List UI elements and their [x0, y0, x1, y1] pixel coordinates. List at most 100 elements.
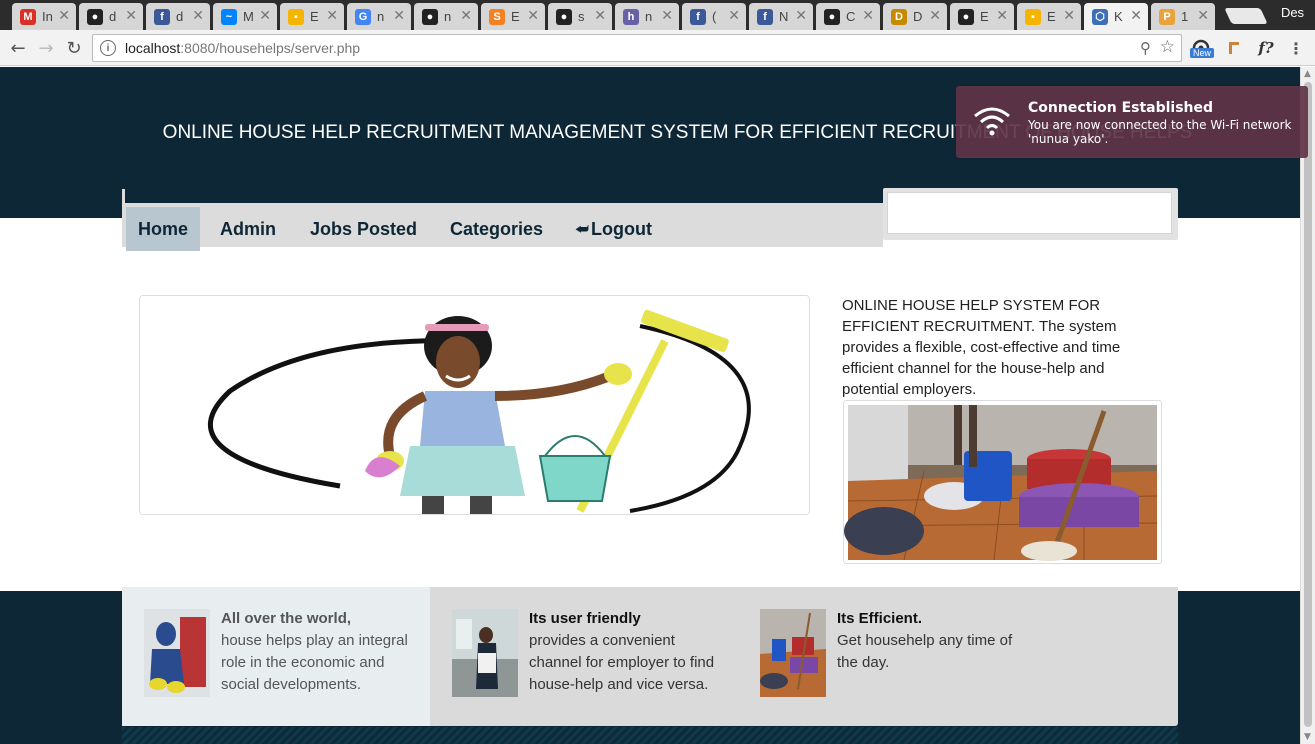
nav-logout-label: Logout — [590, 218, 652, 239]
scroll-down-arrow-icon[interactable]: ▼ — [1304, 732, 1311, 742]
forward-arrow-icon[interactable]: → — [34, 36, 58, 60]
browser-tab-title: In — [42, 9, 52, 24]
browser-tab[interactable]: ● C ✕ — [816, 3, 880, 30]
browser-tab-title: E — [310, 9, 319, 24]
nav-categories[interactable]: Categories — [438, 207, 555, 251]
feature-title-efficient: Its Efficient. — [837, 610, 923, 627]
tab-close-icon[interactable]: ✕ — [594, 8, 606, 24]
heroku-icon: h — [623, 8, 639, 25]
browser-tab-title: K — [1114, 9, 1123, 24]
notification-title: Connection Established — [1028, 100, 1214, 116]
tab-close-icon[interactable]: ✕ — [460, 8, 472, 24]
browser-tab[interactable]: h n ✕ — [615, 3, 679, 30]
nav-admin[interactable]: Admin — [208, 207, 288, 251]
search-input[interactable] — [887, 192, 1172, 234]
url-path: :8080/househelps/server.php — [180, 40, 361, 56]
tab-close-icon[interactable]: ✕ — [125, 8, 137, 24]
feature-body-worldwide: house helps play an integral role in the… — [221, 632, 408, 693]
feature-text-user-friendly: Its user friendly provides a convenient … — [529, 608, 729, 696]
browser-tab[interactable]: ● E ✕ — [950, 3, 1014, 30]
nav-jobs-posted[interactable]: Jobs Posted — [298, 207, 429, 251]
browser-tab-title: d — [109, 9, 117, 24]
feature-title-worldwide: All over the world, — [221, 610, 352, 627]
browser-menu-icon[interactable]: ⋮ — [1288, 38, 1304, 58]
features-section: All over the world, house helps play an … — [122, 587, 1178, 726]
dev-icon: D — [891, 8, 907, 25]
tab-close-icon[interactable]: ✕ — [326, 8, 338, 24]
search-container — [883, 188, 1178, 240]
browser-tab[interactable]: ▪ E ✕ — [280, 3, 344, 30]
browser-tab[interactable]: ● s ✕ — [548, 3, 612, 30]
github-icon: ● — [87, 8, 103, 25]
tab-close-icon[interactable]: ✕ — [996, 8, 1008, 24]
google-icon: G — [355, 8, 371, 25]
house-help-illustration — [139, 295, 810, 515]
feature-thumb-laundry — [760, 609, 826, 697]
tab-close-icon[interactable]: ✕ — [58, 8, 70, 24]
browser-tab[interactable]: M In ✕ — [12, 3, 76, 30]
back-arrow-icon[interactable]: ← — [6, 36, 30, 60]
nav-logout[interactable]: ⮨ Logout — [563, 207, 664, 251]
bookmark-star-icon[interactable]: ☆ — [1160, 37, 1175, 57]
stackoverflow-icon: S — [489, 8, 505, 25]
browser-user-button[interactable]: Des — [1270, 0, 1315, 24]
browser-tab-title: 1 — [1181, 9, 1189, 24]
browser-tab[interactable]: ▪ E ✕ — [1017, 3, 1081, 30]
extension-new-badge: New — [1190, 48, 1215, 58]
main-navigation: Home Admin Jobs Posted Categories ⮨ Logou… — [122, 189, 883, 251]
notification-body: You are now connected to the Wi-Fi netwo… — [1028, 118, 1292, 146]
slides-icon: ▪ — [288, 8, 304, 25]
browser-tab-title: E — [980, 9, 989, 24]
wifi-icon — [974, 107, 1010, 136]
browser-tab[interactable]: ⬡ K ✕ — [1084, 3, 1148, 30]
github-icon: ● — [422, 8, 438, 25]
reload-icon[interactable]: ↻ — [62, 36, 86, 60]
scroll-up-arrow-icon[interactable]: ▲ — [1304, 69, 1311, 79]
tab-close-icon[interactable]: ✕ — [393, 8, 405, 24]
github-icon: ● — [824, 8, 840, 25]
scrollbar-thumb[interactable] — [1304, 82, 1312, 727]
page-scrollbar[interactable]: ▲ ▼ — [1300, 67, 1315, 744]
slides-icon: ▪ — [1025, 8, 1041, 25]
new-tab-button[interactable] — [1224, 8, 1268, 24]
messenger-icon: ~ — [221, 8, 237, 25]
tab-close-icon[interactable]: ✕ — [527, 8, 539, 24]
browser-tab-title: E — [1047, 9, 1056, 24]
nav-home[interactable]: Home — [126, 207, 201, 251]
extension-formula-icon[interactable]: f? — [1254, 38, 1278, 58]
tab-close-icon[interactable]: ✕ — [1130, 8, 1142, 24]
feature-card-efficient: Its Efficient. Get househelp any time of… — [738, 587, 1046, 726]
browser-tab[interactable]: Gn ✕ — [347, 3, 411, 30]
browser-tab[interactable]: S E ✕ — [481, 3, 545, 30]
tab-close-icon[interactable]: ✕ — [862, 8, 874, 24]
site-info-icon[interactable]: i — [100, 40, 116, 56]
feature-text-worldwide: All over the world, house helps play an … — [221, 608, 421, 696]
tab-close-icon[interactable]: ✕ — [929, 8, 941, 24]
browser-tab-title: ( — [712, 9, 717, 24]
browser-tab[interactable]: ~ M ✕ — [213, 3, 277, 30]
browser-tab[interactable]: ● d ✕ — [79, 3, 143, 30]
browser-tab[interactable]: f N ✕ — [749, 3, 813, 30]
gmail-icon: M — [20, 8, 36, 25]
tab-close-icon[interactable]: ✕ — [661, 8, 673, 24]
tab-close-icon[interactable]: ✕ — [259, 8, 271, 24]
browser-tab-title: D — [913, 9, 923, 24]
tab-close-icon[interactable]: ✕ — [1063, 8, 1075, 24]
browser-tab[interactable]: f (✕ — [682, 3, 746, 30]
tab-close-icon[interactable]: ✕ — [1197, 8, 1209, 24]
zoom-icon[interactable]: ⚲ — [1140, 39, 1151, 57]
browser-tab[interactable]: P 1 ✕ — [1151, 3, 1215, 30]
browser-tab[interactable]: f d ✕ — [146, 3, 210, 30]
tab-close-icon[interactable]: ✕ — [795, 8, 807, 24]
browser-tab[interactable]: D D ✕ — [883, 3, 947, 30]
wifi-notification[interactable]: Connection Established You are now conne… — [956, 86, 1308, 158]
browser-tab-title: n — [645, 9, 653, 24]
facebook-icon: f — [757, 8, 773, 25]
browser-tab-title: N — [779, 9, 789, 24]
address-bar[interactable]: i localhost:8080/househelps/server.php ⚲… — [92, 34, 1182, 62]
tab-close-icon[interactable]: ✕ — [192, 8, 204, 24]
browser-tab-title: C — [846, 9, 856, 24]
tab-close-icon[interactable]: ✕ — [728, 8, 740, 24]
browser-tab[interactable]: ● n ✕ — [414, 3, 478, 30]
extension-bookmark-icon[interactable] — [1226, 38, 1242, 58]
